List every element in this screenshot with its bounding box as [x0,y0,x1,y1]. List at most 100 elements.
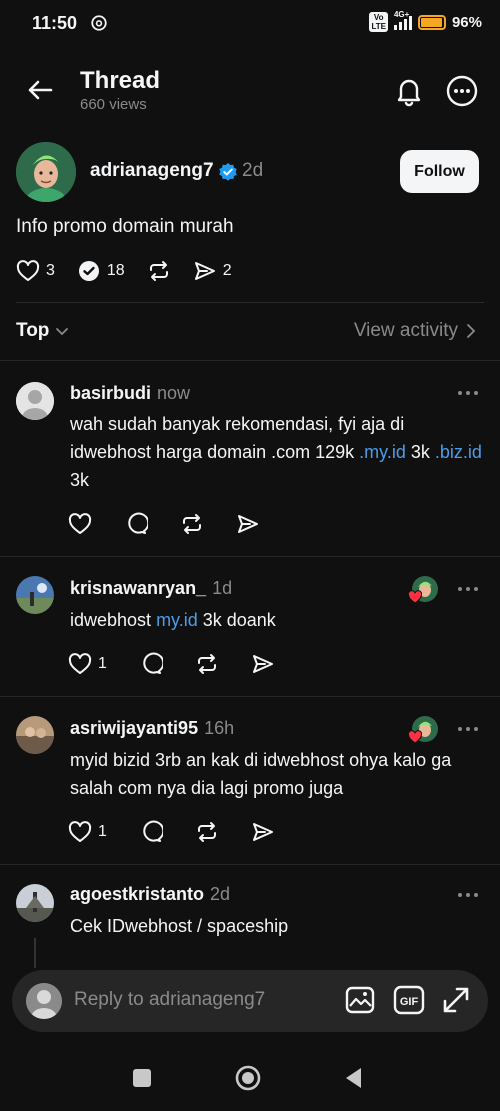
divider [0,696,500,697]
send-icon [252,655,273,673]
avatar[interactable] [16,382,54,420]
comment-button[interactable] [124,512,148,536]
page-title: Thread [80,67,161,94]
heart-badge-icon [408,590,422,604]
link-text[interactable]: .biz.id [435,442,482,462]
heart-icon [68,513,92,534]
heart-badge-icon [408,730,422,744]
recents-square-icon[interactable] [128,1064,156,1092]
repost-icon [149,261,168,281]
more-dots-icon[interactable] [456,388,480,398]
share-button[interactable] [251,652,275,676]
expand-icon[interactable] [440,984,472,1016]
quote-button[interactable]: 18 [77,259,125,283]
back-triangle-icon[interactable] [340,1064,368,1092]
reply-actions: 1 [68,820,307,844]
status-bar: 11:50 Vo LTE 4G+ 96% [0,0,500,48]
quote-count: 18 [106,262,125,279]
repost-button[interactable] [180,512,204,536]
repost-icon [197,654,216,674]
view-count: 660 views [80,96,147,113]
share-count: 2 [222,262,232,279]
like-button[interactable]: 3 [16,259,55,283]
reply-username[interactable]: asriwijayanti95 16h [70,718,234,739]
repost-icon [183,514,201,534]
more-dots-icon[interactable] [456,724,480,734]
thread-line [34,938,36,968]
sort-dropdown[interactable]: Top [16,320,69,342]
like-button[interactable] [68,512,92,536]
home-circle-icon[interactable] [234,1064,262,1092]
chevron-right-icon [467,324,476,338]
share-button[interactable] [236,512,260,536]
op-avatar[interactable] [16,142,76,202]
status-time: 11:50 [32,13,78,33]
battery-icon [417,14,446,30]
more-dots-icon[interactable] [456,584,480,594]
comment-button[interactable] [139,652,163,676]
repost-icon [197,822,216,842]
battery-percent: 96% [451,13,482,31]
reply-username[interactable]: basirbudi now [70,383,190,404]
comment-icon [143,820,163,842]
repost-button[interactable] [195,820,219,844]
heart-icon [68,821,92,842]
reply-input[interactable]: Reply to adrianageng7 [74,989,265,1011]
like-count: 3 [46,262,55,279]
op-actions: 3 18 2 [16,256,254,286]
link-text[interactable]: .my.id [359,442,406,462]
check-badge-icon [78,261,99,281]
gif-icon[interactable]: GIF [393,984,425,1016]
comment-icon [143,652,163,674]
send-icon [238,515,258,533]
avatar[interactable] [16,716,54,754]
thread-header: Thread 660 views [0,60,500,120]
divider [0,360,500,361]
repost-button[interactable] [147,259,171,283]
view-activity-link[interactable]: View activity [354,320,476,342]
signal-icon: 4G+ [393,10,412,30]
reply-text: myid bizid 3rb an kak di idwebhost ohya … [70,750,452,798]
send-icon [252,823,273,841]
divider [16,302,484,303]
follow-button[interactable]: Follow [400,150,479,193]
link-text[interactable]: my.id [156,610,198,630]
reply-text: idwebhost my.id 3k doank [70,610,276,630]
avatar[interactable] [16,884,54,922]
send-icon [194,262,215,280]
reply-username[interactable]: agoestkristanto 2d [70,884,230,905]
reply-text: wah sudah banyak rekomendasi, fyi aja di… [70,414,482,490]
sort-label: Top [16,320,50,341]
verified-badge-icon [219,163,237,181]
reply-actions: 1 [68,652,307,676]
comment-button[interactable] [139,820,163,844]
system-nav-bar [0,1044,500,1111]
like-button[interactable]: 1 [68,820,107,844]
threads-logo-icon [91,15,107,31]
op-text: Info promo domain murah [16,216,234,237]
more-circle-icon[interactable] [445,74,479,108]
divider [0,556,500,557]
like-button[interactable]: 1 [68,652,107,676]
image-icon[interactable] [344,984,376,1016]
share-button[interactable]: 2 [193,259,232,283]
my-avatar [26,983,62,1019]
repost-button[interactable] [195,652,219,676]
avatar[interactable] [16,576,54,614]
like-count: 1 [98,655,107,672]
reply-text: Cek IDwebhost / spaceship [70,916,289,936]
reply-composer[interactable]: Reply to adrianageng7 GIF [12,970,488,1032]
more-dots-icon[interactable] [456,890,480,900]
back-arrow-icon[interactable] [24,74,56,106]
svg-text:GIF: GIF [400,996,419,1008]
share-button[interactable] [251,820,275,844]
like-count: 1 [98,823,107,840]
op-username[interactable]: adrianageng7 [90,160,214,182]
heart-icon [68,653,92,674]
bell-icon[interactable] [392,74,426,108]
reply-username[interactable]: krisnawanryan_ 1d [70,578,232,599]
chevron-down-icon [56,328,69,336]
comment-icon [128,512,148,534]
reply-actions [68,512,292,536]
volte-badge: Vo LTE [369,12,388,32]
